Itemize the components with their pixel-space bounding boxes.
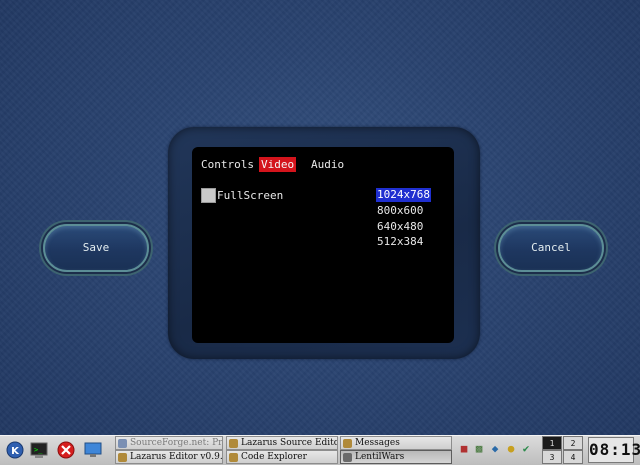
task-sourceforge[interactable]: SourceForge.net: Pro bbox=[115, 436, 223, 450]
lazarus-icon bbox=[343, 439, 352, 448]
svg-text:>_: >_ bbox=[34, 446, 43, 454]
terminal-icon[interactable]: >_ bbox=[28, 440, 50, 460]
kde-menu-icon[interactable]: K bbox=[4, 440, 26, 460]
tray-lock-icon[interactable]: ● bbox=[505, 441, 517, 457]
fullscreen-label: FullScreen bbox=[217, 189, 284, 202]
desktop-icon[interactable] bbox=[82, 440, 104, 460]
resolution-option-512x384[interactable]: 512x384 bbox=[376, 235, 424, 249]
taskbar-clock[interactable]: 08:13 bbox=[588, 437, 640, 463]
browser-icon bbox=[118, 439, 127, 448]
resolution-option-640x480[interactable]: 640x480 bbox=[376, 220, 424, 234]
resolution-option-800x600[interactable]: 800x600 bbox=[376, 204, 424, 218]
tray-info-icon[interactable]: ◆ bbox=[489, 441, 501, 457]
tray-clipboard-icon[interactable]: ▩ bbox=[473, 441, 485, 457]
tab-audio[interactable]: Audio bbox=[309, 157, 346, 172]
desktop-pager-3[interactable]: 3 bbox=[542, 450, 562, 464]
svg-text:K: K bbox=[11, 446, 20, 457]
tab-video[interactable]: Video bbox=[259, 157, 297, 172]
app-icon bbox=[343, 453, 352, 462]
desktop-pager-1[interactable]: 1 bbox=[542, 436, 562, 450]
task-lazarus-source-editor[interactable]: Lazarus Source Editor bbox=[226, 436, 338, 450]
desktop-pager-2[interactable]: 2 bbox=[563, 436, 583, 450]
resolution-option-1024x768[interactable]: 1024x768 bbox=[376, 188, 431, 202]
lazarus-icon bbox=[229, 453, 238, 462]
desktop-pager-4[interactable]: 4 bbox=[563, 450, 583, 464]
lazarus-icon bbox=[229, 439, 238, 448]
task-messages[interactable]: Messages bbox=[340, 436, 452, 450]
task-lentilwars[interactable]: LentilWars bbox=[340, 450, 452, 464]
tab-controls[interactable]: Controls bbox=[199, 157, 256, 172]
save-button[interactable]: Save bbox=[43, 224, 149, 272]
tray-check-icon[interactable]: ✔ bbox=[520, 441, 532, 457]
tray-de-icon[interactable]: ■ bbox=[458, 441, 470, 457]
lazarus-icon bbox=[118, 453, 127, 462]
fullscreen-checkbox[interactable] bbox=[201, 188, 216, 203]
task-lazarus-editor[interactable]: Lazarus Editor v0.9.7 bbox=[115, 450, 223, 464]
task-code-explorer[interactable]: Code Explorer bbox=[226, 450, 338, 464]
close-icon[interactable] bbox=[55, 440, 77, 460]
cancel-button[interactable]: Cancel bbox=[498, 224, 604, 272]
